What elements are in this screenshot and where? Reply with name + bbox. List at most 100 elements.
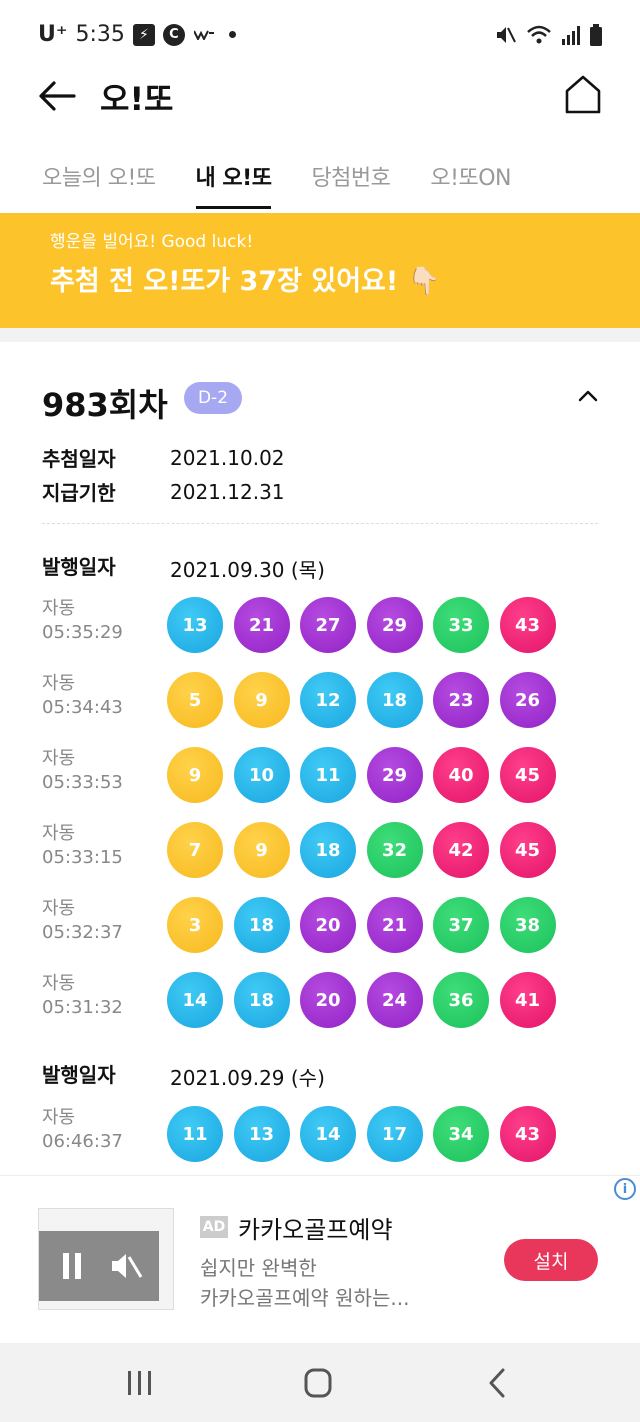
ticket-balls: 13 21 27 29 33 43 — [167, 597, 556, 653]
ticket-row[interactable]: 자동 06:46:37 11 13 14 17 34 43 — [0, 1106, 640, 1172]
lotto-ball: 5 — [167, 672, 223, 728]
luck-banner: 행운을 빌어요! Good luck! 추첨 전 오!또가 37장 있어요! 👇… — [0, 213, 640, 328]
ticket-row[interactable]: 자동 05:33:15 7 9 18 32 42 45 — [0, 822, 640, 888]
lotto-ball: 41 — [499, 972, 556, 1028]
back-nav-button[interactable] — [478, 1365, 518, 1401]
ticket-balls: 5 9 12 18 23 26 — [167, 672, 556, 728]
ticket-row[interactable]: 자동 05:34:43 5 9 12 18 23 26 — [0, 672, 640, 738]
lotto-ball: 7 — [167, 822, 223, 878]
tab-winning-numbers[interactable]: 당첨번호 — [311, 160, 390, 209]
ticket-row[interactable]: 자동 05:32:37 3 18 20 21 37 38 — [0, 897, 640, 963]
round-title: 983회차 — [42, 386, 168, 424]
ticket-balls: 7 9 18 32 42 45 — [167, 822, 556, 878]
ticket-kind: 자동 — [42, 1107, 76, 1128]
lotto-ball: 45 — [499, 747, 556, 803]
lotto-ball: 37 — [433, 897, 489, 953]
lotto-ball: 24 — [366, 972, 423, 1028]
w-app-icon — [193, 24, 215, 46]
lotto-ball: 32 — [366, 822, 423, 878]
lotto-ball: 14 — [300, 1106, 356, 1162]
ticket-kind: 자동 — [42, 823, 76, 844]
lotto-ball: 29 — [366, 747, 423, 803]
ticket-kind: 자동 — [42, 898, 76, 919]
notification-dot-icon — [228, 31, 236, 38]
lotto-ball: 45 — [499, 822, 556, 878]
collapse-button[interactable] — [576, 386, 600, 406]
ticket-kind: 자동 — [42, 973, 76, 994]
chevron-up-icon — [578, 390, 598, 402]
lotto-ball: 10 — [233, 747, 290, 803]
lotto-ball: 17 — [366, 1106, 423, 1162]
recent-apps-icon — [128, 1371, 151, 1395]
ad-banner[interactable]: i AD 카카오골프예약 쉽지만 완벽한 카카오골프예약 원하는... 설치 — [0, 1175, 640, 1343]
lotto-ball: 13 — [233, 1106, 290, 1162]
ticket-balls: 14 18 20 24 36 41 — [167, 972, 556, 1028]
home-button[interactable] — [564, 74, 602, 114]
lotto-ball: 27 — [300, 597, 356, 653]
status-bar: U⁺ 5:35 ⚡ C — [0, 0, 640, 70]
mute-icon[interactable] — [109, 1251, 143, 1281]
lotto-ball: 36 — [433, 972, 489, 1028]
ticket-time: 05:31:32 — [42, 997, 123, 1018]
lotto-ball: 9 — [233, 672, 290, 728]
lotto-ball: 9 — [233, 822, 290, 878]
lotto-ball: 43 — [499, 1106, 556, 1162]
lotto-ball: 43 — [499, 597, 556, 653]
back-button[interactable] — [38, 78, 78, 114]
ticket-row[interactable]: 자동 05:33:53 9 10 11 29 40 45 — [0, 747, 640, 813]
lotto-ball: 3 — [167, 897, 223, 953]
ticket-time: 06:46:37 — [42, 1131, 123, 1152]
ticket-row[interactable]: 자동 05:35:29 13 21 27 29 33 43 — [0, 597, 640, 663]
lotto-ball: 18 — [300, 822, 356, 878]
battery-icon — [590, 24, 602, 46]
tab-bar: 오늘의 오!또 내 오!또 당첨번호 오!또ON — [42, 160, 511, 209]
home-nav-button[interactable] — [298, 1365, 338, 1401]
section-divider — [0, 328, 640, 342]
ad-description: 카카오골프예약 원하는... — [200, 1286, 410, 1310]
mute-icon — [497, 27, 516, 43]
install-button[interactable]: 설치 — [504, 1239, 598, 1281]
lotto-ball: 21 — [366, 897, 423, 953]
deadline-value: 2021.12.31 — [170, 480, 285, 504]
lotto-ball: 9 — [167, 747, 223, 803]
ad-title[interactable]: 카카오골프예약 — [238, 1210, 393, 1245]
lotto-ball: 40 — [433, 747, 489, 803]
lotto-ball: 11 — [167, 1106, 223, 1162]
deadline-label: 지급기한 — [42, 481, 116, 505]
lotto-ball: 34 — [433, 1106, 489, 1162]
status-right — [494, 24, 602, 46]
c-app-icon: C — [162, 23, 185, 46]
info-icon[interactable]: i — [614, 1178, 636, 1200]
signal-icon — [562, 26, 580, 45]
lotto-ball: 38 — [499, 897, 556, 953]
pause-icon[interactable] — [61, 1253, 83, 1279]
issue-date-value: 2021.09.30 (목) — [170, 558, 325, 582]
tab-otto-on[interactable]: 오!또ON — [430, 160, 511, 209]
banner-subtitle: 행운을 빌어요! Good luck! — [50, 232, 254, 252]
dday-badge: D-2 — [184, 382, 242, 414]
wifi-icon — [527, 25, 551, 44]
banner-message: 추첨 전 오!또가 37장 있어요! 👇🏻 — [50, 266, 442, 297]
ticket-time: 05:35:29 — [42, 622, 123, 643]
issue-date-value: 2021.09.29 (수) — [170, 1066, 325, 1090]
app-header: 오!또 — [0, 70, 640, 130]
system-nav-bar — [0, 1343, 640, 1422]
tab-today[interactable]: 오늘의 오!또 — [42, 160, 156, 209]
ticket-balls: 3 18 20 21 37 38 — [167, 897, 556, 953]
lotto-ball: 29 — [366, 597, 423, 653]
carrier-label: U⁺ — [38, 22, 68, 47]
recent-apps-button[interactable] — [120, 1365, 160, 1401]
ticket-row[interactable]: 자동 05:31:32 14 18 20 24 36 41 — [0, 972, 640, 1038]
ticket-kind: 자동 — [42, 673, 76, 694]
ticket-kind: 자동 — [42, 748, 76, 769]
issue-date-label: 발행일자 — [42, 1063, 116, 1087]
ad-video-frame — [39, 1231, 159, 1301]
chevron-left-icon — [489, 1368, 505, 1398]
lotto-ball: 18 — [366, 672, 423, 728]
lotto-ball: 13 — [167, 597, 223, 653]
tab-my-otto[interactable]: 내 오!또 — [195, 160, 272, 209]
home-icon — [565, 75, 601, 114]
lotto-ball: 33 — [433, 597, 489, 653]
arrow-left-icon — [39, 81, 76, 111]
ad-video-thumbnail[interactable] — [38, 1208, 174, 1310]
